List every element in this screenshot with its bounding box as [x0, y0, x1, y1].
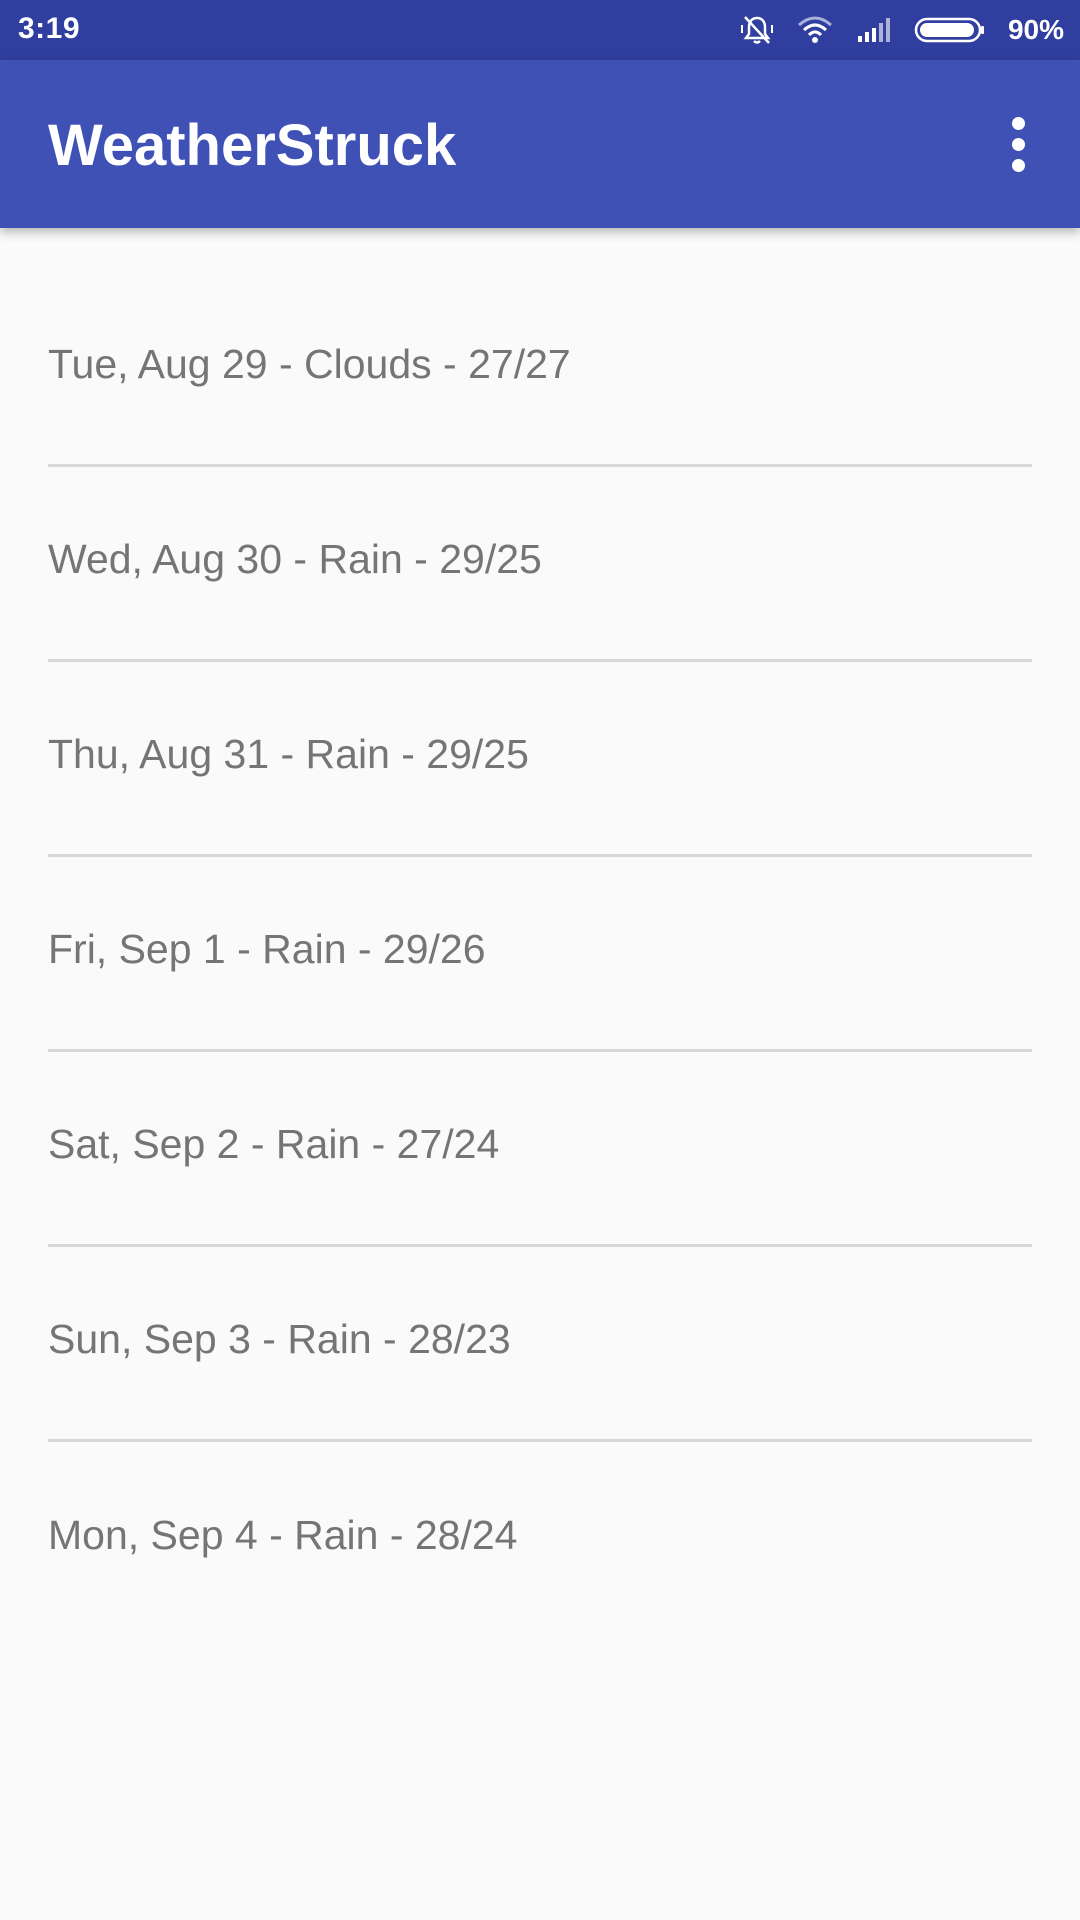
forecast-item[interactable]: Wed, Aug 30 - Rain - 29/25 [48, 467, 1032, 662]
forecast-list: Tue, Aug 29 - Clouds - 27/27 Wed, Aug 30… [48, 272, 1032, 1637]
forecast-item[interactable]: Fri, Sep 1 - Rain - 29/26 [48, 857, 1032, 1052]
forecast-label: Sat, Sep 2 - Rain - 27/24 [48, 1120, 500, 1167]
forecast-label: Thu, Aug 31 - Rain - 29/25 [48, 730, 529, 777]
status-time: 3:19 [18, 12, 81, 45]
forecast-item[interactable]: Mon, Sep 4 - Rain - 28/24 [48, 1442, 1032, 1637]
forecast-label: Mon, Sep 4 - Rain - 28/24 [48, 1512, 518, 1558]
forecast-label: Wed, Aug 30 - Rain - 29/25 [48, 535, 542, 582]
more-vert-icon [1011, 116, 1025, 130]
forecast-label: Sun, Sep 3 - Rain - 28/23 [48, 1315, 511, 1362]
status-bar: 3:19 90% [0, 0, 1080, 60]
wifi-icon [796, 15, 834, 45]
forecast-label: Tue, Aug 29 - Clouds - 27/27 [48, 340, 571, 387]
signal-icon [856, 16, 892, 44]
forecast-item[interactable]: Sun, Sep 3 - Rain - 28/23 [48, 1247, 1032, 1442]
status-icons: 90% [740, 0, 1064, 60]
battery-icon [914, 15, 986, 45]
app-title: WeatherStruck [48, 113, 457, 178]
app-bar: WeatherStruck [0, 60, 1080, 228]
forecast-item[interactable]: Thu, Aug 31 - Rain - 29/25 [48, 662, 1032, 857]
forecast-item[interactable]: Tue, Aug 29 - Clouds - 27/27 [48, 272, 1032, 467]
forecast-label: Fri, Sep 1 - Rain - 29/26 [48, 925, 486, 972]
mute-vibrate-icon [740, 13, 774, 47]
more-options-button[interactable] [986, 112, 1050, 176]
forecast-item[interactable]: Sat, Sep 2 - Rain - 27/24 [48, 1052, 1032, 1247]
battery-percentage: 90% [1007, 14, 1064, 45]
